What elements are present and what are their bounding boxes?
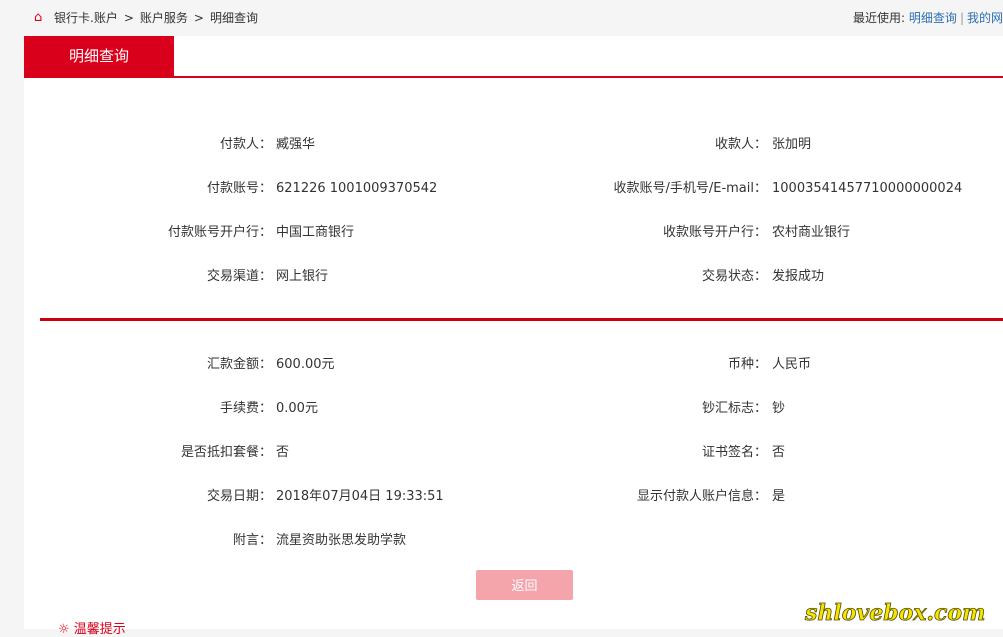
payee-label: 收款人： <box>714 137 767 152</box>
payee-bank-value: 农村商业银行 <box>772 225 851 240</box>
postscript-label-cell: 附言： <box>40 531 272 551</box>
amount-label-cell: 汇款金额： <box>40 355 272 375</box>
payer-label: 付款人： <box>219 137 272 152</box>
payee-bank-label-cell: 收款账号开户行： <box>520 223 767 243</box>
watermark: shlovebox.com <box>804 600 986 627</box>
footer-tip: ☼ 温馨提示 <box>58 618 126 637</box>
postscript-value: 流星资助张思发助学款 <box>276 533 407 548</box>
date-label: 交易日期： <box>206 489 272 504</box>
status-label: 交易状态： <box>701 269 767 284</box>
channel-label-cell: 交易渠道： <box>40 267 272 287</box>
status-value: 发报成功 <box>772 269 825 284</box>
show-payer-info-label-cell: 显示付款人账户信息： <box>520 487 767 507</box>
cert-sign-value: 否 <box>772 445 786 460</box>
channel-value: 网上银行 <box>276 269 329 284</box>
payee-account-label-cell: 收款账号/手机号/E-mail： <box>520 179 767 199</box>
postscript-label: 附言： <box>232 533 272 548</box>
payer-account-value: 621226 1001009370542 <box>276 181 438 196</box>
payer-account-label: 付款账号： <box>206 181 272 196</box>
cert-sign-label-cell: 证书签名： <box>520 443 767 463</box>
channel-label: 交易渠道： <box>206 269 272 284</box>
show-payer-info-value: 是 <box>772 489 786 504</box>
currency-value: 人民币 <box>772 357 812 372</box>
cash-flag-value: 钞 <box>772 401 786 416</box>
recently-used-label: 最近使用: <box>853 11 906 25</box>
fee-label: 手续费： <box>219 401 272 416</box>
fee-label-cell: 手续费： <box>40 399 272 419</box>
payer-value: 臧强华 <box>276 137 316 152</box>
date-value: 2018年07月04日 19:33:51 <box>276 489 444 504</box>
payee-account-label: 收款账号/手机号/E-mail： <box>613 181 767 196</box>
show-payer-info-label: 显示付款人账户信息： <box>636 489 767 504</box>
payee-label-cell: 收款人： <box>520 135 767 155</box>
currency-label-cell: 币种： <box>520 355 767 375</box>
breadcrumb-item-bank-card[interactable]: 银行卡.账户 <box>54 9 118 26</box>
footer-tip-text: 温馨提示 <box>73 622 126 637</box>
status-label-cell: 交易状态： <box>520 267 767 287</box>
breadcrumb-item-detail-query: 明细查询 <box>209 11 258 25</box>
recent-link-my-net[interactable]: 我的网 <box>967 11 1003 25</box>
payer-bank-label: 付款账号开户行： <box>167 225 272 240</box>
home-icon[interactable]: ⌂ <box>34 10 48 25</box>
amount-value: 600.00元 <box>276 357 335 372</box>
payer-bank-value: 中国工商银行 <box>276 225 355 240</box>
package-deduct-label-cell: 是否抵扣套餐： <box>40 443 272 463</box>
breadcrumb-separator: > <box>123 10 134 25</box>
amount-label: 汇款金额： <box>206 357 272 372</box>
currency-label: 币种： <box>727 357 767 372</box>
back-button[interactable]: 返回 <box>476 570 573 600</box>
package-deduct-label: 是否抵扣套餐： <box>180 445 272 460</box>
tab-detail-query[interactable]: 明细查询 <box>24 36 174 76</box>
sun-icon: ☼ <box>58 622 70 637</box>
breadcrumb: ⌂ 银行卡.账户 > 账户服务 > 明细查询 <box>34 9 258 26</box>
payer-bank-label-cell: 付款账号开户行： <box>40 223 272 243</box>
cert-sign-label: 证书签名： <box>701 445 767 460</box>
package-deduct-value: 否 <box>276 445 290 460</box>
date-label-cell: 交易日期： <box>40 487 272 507</box>
payee-value: 张加明 <box>772 137 812 152</box>
breadcrumb-separator: > <box>193 10 204 25</box>
recent-link-detail-query[interactable]: 明细查询 <box>909 11 957 25</box>
payee-bank-label: 收款账号开户行： <box>662 225 767 240</box>
top-bar: ⌂ 银行卡.账户 > 账户服务 > 明细查询 最近使用: 明细查询 | 我的网 <box>0 0 1003 34</box>
recent-separator: | <box>959 11 964 25</box>
cash-flag-label-cell: 钞汇标志： <box>520 399 767 419</box>
tab-bar: 明细查询 <box>24 36 1003 78</box>
payee-account-value: 10003541457710000000024 <box>772 181 963 196</box>
recently-used: 最近使用: 明细查询 | 我的网 <box>853 9 1003 26</box>
section-divider <box>40 318 1003 321</box>
payer-account-label-cell: 付款账号： <box>40 179 272 199</box>
fee-value: 0.00元 <box>276 401 318 416</box>
breadcrumb-item-account-service[interactable]: 账户服务 <box>140 9 188 26</box>
cash-flag-label: 钞汇标志： <box>701 401 767 416</box>
payer-label-cell: 付款人： <box>40 135 272 155</box>
watermark-text: shlovebox.com <box>804 600 985 626</box>
